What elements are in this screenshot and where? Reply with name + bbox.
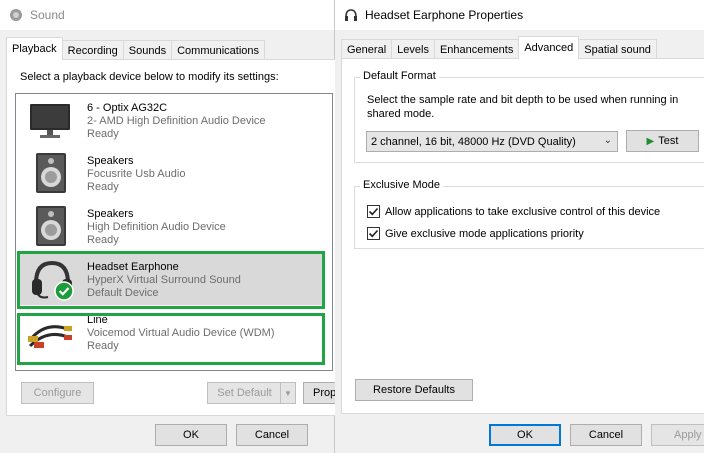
set-default-button[interactable]: Set Default [207,382,281,404]
sound-app-icon [8,7,24,23]
device-item-speakers-focusrite[interactable]: Speakers Focusrite Usb Audio Ready [18,147,323,199]
device-status: Ready [87,128,119,140]
device-item-speakers-hda[interactable]: Speakers High Definition Audio Device Re… [18,200,323,252]
device-name: 6 - Optix AG32C [87,102,168,114]
tab-general[interactable]: General [341,39,393,59]
monitor-icon [26,98,74,142]
device-item-optix[interactable]: 6 - Optix AG32C 2- AMD High Definition A… [18,94,323,146]
tab-recording[interactable]: Recording [61,40,124,60]
play-icon: ▶ [646,135,655,147]
properties-window: Headset Earphone Properties General Leve… [335,0,704,453]
device-description: Focusrite Usb Audio [87,168,186,180]
speaker-icon [26,204,74,248]
checkbox-checked-icon [367,227,380,240]
properties-cancel-button[interactable]: Cancel [570,424,642,446]
highlight-line [17,313,325,365]
configure-button[interactable]: Configure [21,382,94,404]
device-status: Ready [87,181,119,193]
device-description: High Definition Audio Device [87,221,226,233]
sound-tabs: Playback Recording Sounds Communications [6,37,266,60]
playback-instruction: Select a playback device below to modify… [20,71,279,83]
headphones-icon [343,7,359,23]
tab-communications[interactable]: Communications [171,40,266,60]
exclusive-priority-checkbox[interactable]: Give exclusive mode applications priorit… [367,227,584,240]
tab-levels[interactable]: Levels [391,39,435,59]
restore-defaults-button[interactable]: Restore Defaults [355,379,473,401]
device-status: Ready [87,234,119,246]
properties-tabs: General Levels Enhancements Advanced Spa… [341,36,657,59]
tab-spatial-sound[interactable]: Spatial sound [578,39,657,59]
chevron-down-icon: ▼ [284,388,292,398]
device-name: Speakers [87,155,134,167]
tab-enhancements[interactable]: Enhancements [433,39,520,59]
sound-window-title: Sound [30,8,65,22]
exclusive-priority-label: Give exclusive mode applications priorit… [385,227,584,240]
allow-exclusive-checkbox[interactable]: Allow applications to take exclusive con… [367,205,660,218]
properties-titlebar: Headset Earphone Properties [335,0,704,30]
sound-window: Sound Playback Recording Sounds Communic… [0,0,343,453]
sound-cancel-button[interactable]: Cancel [236,424,308,446]
speaker-icon [26,151,74,195]
sound-ok-button[interactable]: OK [155,424,227,446]
highlight-headset [17,251,325,309]
tab-sounds[interactable]: Sounds [122,40,173,60]
default-format-description: Select the sample rate and bit depth to … [367,94,679,120]
device-description: 2- AMD High Definition Audio Device [87,115,266,127]
device-name: Speakers [87,208,134,220]
apply-button[interactable]: Apply [651,424,704,446]
tab-playback[interactable]: Playback [6,37,63,60]
default-format-label: Default Format [360,70,439,82]
sound-titlebar: Sound [0,0,334,30]
set-default-dropdown[interactable]: ▼ [280,382,296,404]
properties-window-title: Headset Earphone Properties [365,8,524,22]
allow-exclusive-label: Allow applications to take exclusive con… [385,205,661,218]
exclusive-mode-label: Exclusive Mode [360,179,444,191]
properties-ok-button[interactable]: OK [489,424,561,446]
checkbox-checked-icon [367,205,380,218]
tab-advanced[interactable]: Advanced [518,36,580,59]
sample-rate-value: 2 channel, 16 bit, 48000 Hz (DVD Quality… [371,135,576,148]
test-button[interactable]: ▶ Test [626,130,699,152]
chevron-down-icon: ⌄ [603,135,612,146]
sample-rate-select[interactable]: 2 channel, 16 bit, 48000 Hz (DVD Quality… [366,131,618,152]
test-label: Test [658,135,679,147]
